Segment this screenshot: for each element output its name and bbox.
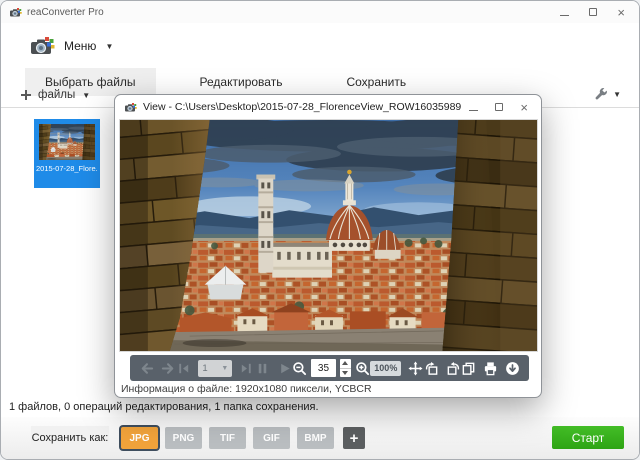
minimize-icon	[560, 15, 569, 16]
save-as-button[interactable]: Сохранить как:	[31, 426, 109, 450]
format-bmp-button[interactable]: BMP	[297, 427, 334, 449]
viewer-icon	[124, 102, 137, 113]
app-logo-icon	[29, 35, 55, 57]
zoom-out-button[interactable]	[292, 361, 307, 376]
chevron-down-icon: ▼	[221, 365, 228, 372]
add-files-label: файлы	[38, 89, 75, 101]
add-files-button[interactable]: файлы ▼	[21, 89, 90, 101]
format-png-button[interactable]: PNG	[165, 427, 202, 449]
viewer-close-button[interactable]: ×	[520, 101, 528, 114]
page-value: 1	[202, 363, 207, 374]
format-gif-button[interactable]: GIF	[253, 427, 290, 449]
viewer-window: View - C:\Users\Desktop\2015-07-28_Flore…	[114, 94, 542, 398]
first-page-button[interactable]	[176, 361, 191, 376]
file-info-text: Информация о файле: 1920x1080 пиксели, Y…	[121, 383, 372, 395]
thumbnail-filename: 2015-07-28_Flore...	[36, 164, 98, 173]
rotate-left-button[interactable]	[424, 361, 439, 376]
viewer-title-bar: View - C:\Users\Desktop\2015-07-28_Flore…	[115, 95, 541, 119]
app-title: reaConverter Pro	[27, 7, 104, 18]
chevron-down-icon: ▼	[82, 91, 90, 100]
thumbnail-image	[39, 124, 95, 160]
back-button[interactable]	[139, 361, 154, 376]
chevron-down-icon: ▼	[613, 90, 621, 99]
forward-button[interactable]	[161, 361, 176, 376]
add-format-button[interactable]: +	[343, 427, 365, 449]
minimize-button[interactable]	[560, 3, 569, 21]
minimize-icon	[469, 110, 478, 111]
stepper-down-icon[interactable]	[340, 369, 351, 378]
start-button[interactable]: Старт	[552, 426, 624, 449]
maximize-icon	[589, 8, 597, 16]
viewer-maximize-button[interactable]	[495, 98, 503, 116]
copy-button[interactable]	[461, 361, 476, 376]
format-tif-button[interactable]: TIF	[209, 427, 246, 449]
florence-photo	[120, 120, 537, 351]
maximize-icon	[495, 103, 503, 111]
menu-button[interactable]: Меню ▼	[19, 30, 123, 62]
viewer-toolbar: 1 ▼	[130, 355, 529, 381]
maximize-button[interactable]	[589, 3, 597, 21]
format-jpg-button[interactable]: JPG	[121, 427, 158, 449]
viewer-minimize-button[interactable]	[469, 98, 478, 116]
title-bar: reaConverter Pro ×	[1, 1, 639, 23]
zoom-input[interactable]	[311, 359, 336, 377]
viewer-title: View - C:\Users\Desktop\2015-07-28_Flore…	[143, 101, 461, 113]
zoom-in-button[interactable]	[355, 361, 370, 376]
play-button[interactable]	[277, 361, 292, 376]
last-page-button[interactable]	[239, 361, 254, 376]
viewer-canvas[interactable]	[119, 119, 538, 352]
format-buttons: JPG PNG TIF GIF BMP +	[121, 427, 365, 449]
close-button[interactable]: ×	[617, 6, 625, 19]
pause-button[interactable]	[255, 361, 270, 376]
download-button[interactable]	[505, 361, 520, 376]
chevron-down-icon: ▼	[105, 42, 113, 51]
pan-button[interactable]	[408, 361, 423, 376]
zoom-100-button[interactable]: 100%	[370, 361, 401, 376]
app-window: reaConverter Pro × Меню ▼ Выбрать файлы …	[0, 0, 640, 460]
rotate-right-button[interactable]	[446, 361, 461, 376]
file-thumbnail[interactable]: 2015-07-28_Flore...	[34, 119, 100, 188]
page-select[interactable]: 1 ▼	[198, 360, 232, 377]
stepper-up-icon[interactable]	[340, 359, 351, 369]
bottom-bar: Сохранить как: JPG PNG TIF GIF BMP + Ста…	[1, 417, 639, 459]
print-button[interactable]	[483, 361, 498, 376]
menu-label: Меню	[64, 39, 96, 53]
status-text: 1 файлов, 0 операций редактирования, 1 п…	[9, 401, 319, 413]
wrench-icon	[594, 87, 608, 101]
zoom-stepper[interactable]	[340, 359, 351, 377]
app-icon	[9, 7, 22, 18]
settings-button[interactable]: ▼	[594, 87, 621, 101]
plus-icon	[21, 90, 31, 100]
